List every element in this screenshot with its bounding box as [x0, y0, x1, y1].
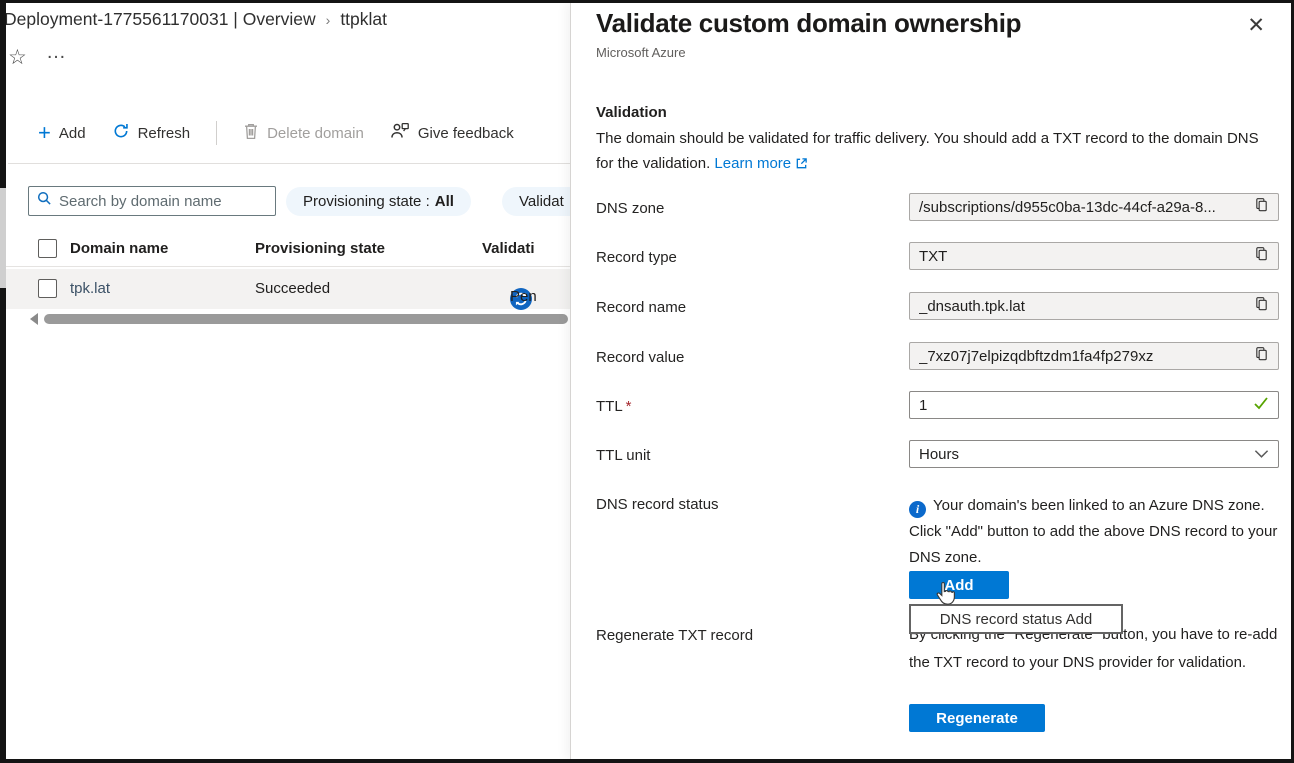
select-all-checkbox[interactable] [38, 239, 57, 258]
ttl-unit-dropdown[interactable]: Hours [909, 440, 1279, 468]
ttl-unit-value: Hours [919, 446, 959, 463]
external-link-icon [795, 153, 808, 178]
refresh-button-label: Refresh [138, 125, 191, 142]
add-button-label: Add [59, 125, 86, 142]
search-input[interactable] [59, 193, 267, 210]
add-button-tooltip: DNS record status Add [909, 604, 1123, 634]
record-name-field: _dnsauth.tpk.lat [909, 292, 1279, 320]
trash-icon [243, 122, 259, 144]
record-name-value: _dnsauth.tpk.lat [919, 298, 1246, 315]
record-type-field: TXT [909, 242, 1279, 270]
delete-domain-label: Delete domain [267, 125, 364, 142]
record-type-value: TXT [919, 248, 1246, 265]
ttl-unit-label: TTL unit [596, 447, 650, 464]
breadcrumb-separator: › [326, 12, 331, 28]
column-validation-state[interactable]: Validati [482, 240, 535, 257]
row-checkbox[interactable] [38, 279, 57, 298]
dns-record-status-info: iYour domain's been linked to an Azure D… [909, 493, 1291, 571]
required-asterisk: * [626, 398, 632, 415]
window-left-border [0, 3, 6, 763]
copy-icon[interactable] [1254, 197, 1269, 217]
give-feedback-button[interactable]: Give feedback [390, 122, 514, 144]
domain-name-link[interactable]: tpk.lat [70, 280, 110, 297]
breadcrumb: Deployment-1775561170031 | Overview › ttpk… [4, 9, 387, 30]
add-button[interactable]: + Add [38, 125, 86, 142]
horizontal-scrollbar [30, 313, 570, 325]
dns-zone-field: /subscriptions/d955c0ba-13dc-44cf-a29a-8… [909, 193, 1279, 221]
copy-icon[interactable] [1254, 346, 1269, 366]
dns-record-status-text: Your domain's been linked to an Azure DN… [909, 497, 1277, 566]
app-window: Deployment-1775561170031 | Overview › ttpk… [0, 0, 1294, 763]
record-type-label: Record type [596, 249, 677, 266]
dns-add-button[interactable]: Add [909, 571, 1009, 599]
provisioning-filter-label: Provisioning state : [303, 193, 430, 210]
ttl-input[interactable] [919, 397, 1253, 414]
left-scrollbar-thumb[interactable] [0, 188, 6, 288]
ttl-label: TTL* [596, 398, 632, 415]
record-value-label: Record value [596, 349, 684, 366]
close-icon[interactable]: ✕ [1247, 13, 1265, 38]
validation-description: The domain should be validated for traff… [596, 126, 1274, 178]
regenerate-button[interactable]: Regenerate [909, 704, 1045, 732]
toolbar-divider [216, 121, 217, 145]
table-row[interactable]: tpk.lat Succeeded Pen [0, 269, 570, 309]
plus-icon: + [38, 125, 51, 141]
record-value-field: _7xz07j7elpizqdbftzdm1fa4fp279xz [909, 342, 1279, 370]
regenerate-label: Regenerate TXT record [596, 627, 753, 644]
feedback-icon [390, 122, 410, 144]
validation-description-text: The domain should be validated for traff… [596, 130, 1259, 172]
toolbar-bottom-divider [8, 163, 570, 164]
breadcrumb-deployment[interactable]: Deployment-1775561170031 | Overview [4, 9, 316, 29]
panel-subtitle: Microsoft Azure [596, 45, 686, 60]
dns-record-status-label: DNS record status [596, 496, 719, 513]
give-feedback-label: Give feedback [418, 125, 514, 142]
scroll-left-arrow-icon[interactable] [30, 313, 38, 325]
refresh-icon [112, 122, 130, 144]
domains-list-pane: Deployment-1775561170031 | Overview › ttpk… [0, 3, 570, 763]
chevron-down-icon [1254, 446, 1269, 463]
domain-search [28, 186, 276, 216]
column-provisioning-state[interactable]: Provisioning state [255, 240, 385, 257]
ttl-field [909, 391, 1279, 419]
search-icon [37, 191, 52, 211]
breadcrumb-current: ttpklat [340, 9, 387, 29]
delete-domain-button[interactable]: Delete domain [243, 122, 364, 144]
provisioning-filter-value: All [435, 193, 454, 210]
validation-state-filter[interactable]: Validat [502, 187, 570, 216]
favorite-star-icon[interactable]: ☆ [8, 45, 27, 70]
toolbar: + Add Refresh Delete domain Give [38, 121, 514, 145]
refresh-button[interactable]: Refresh [112, 122, 191, 144]
learn-more-link[interactable]: Learn more [714, 155, 808, 172]
validation-section-title: Validation [596, 104, 667, 121]
validation-state-value: Pen [510, 288, 537, 305]
provisioning-state-filter[interactable]: Provisioning state : All [286, 187, 471, 216]
validation-filter-label: Validat [519, 193, 564, 210]
info-icon: i [909, 501, 926, 518]
column-domain-name[interactable]: Domain name [70, 240, 168, 257]
validate-domain-panel: Validate custom domain ownership Microso… [570, 3, 1291, 759]
record-value-value: _7xz07j7elpizqdbftzdm1fa4fp279xz [919, 348, 1246, 365]
horizontal-scrollbar-thumb[interactable] [44, 314, 568, 324]
record-name-label: Record name [596, 299, 686, 316]
more-options-icon[interactable]: … [46, 41, 67, 64]
panel-title: Validate custom domain ownership [596, 8, 1021, 39]
dns-zone-value: /subscriptions/d955c0ba-13dc-44cf-a29a-8… [919, 199, 1246, 216]
valid-check-icon [1253, 396, 1269, 414]
table-header: Domain name Provisioning state Validati [0, 231, 570, 267]
provisioning-state-value: Succeeded [255, 280, 330, 297]
copy-icon[interactable] [1254, 296, 1269, 316]
copy-icon[interactable] [1254, 246, 1269, 266]
dns-zone-label: DNS zone [596, 200, 664, 217]
